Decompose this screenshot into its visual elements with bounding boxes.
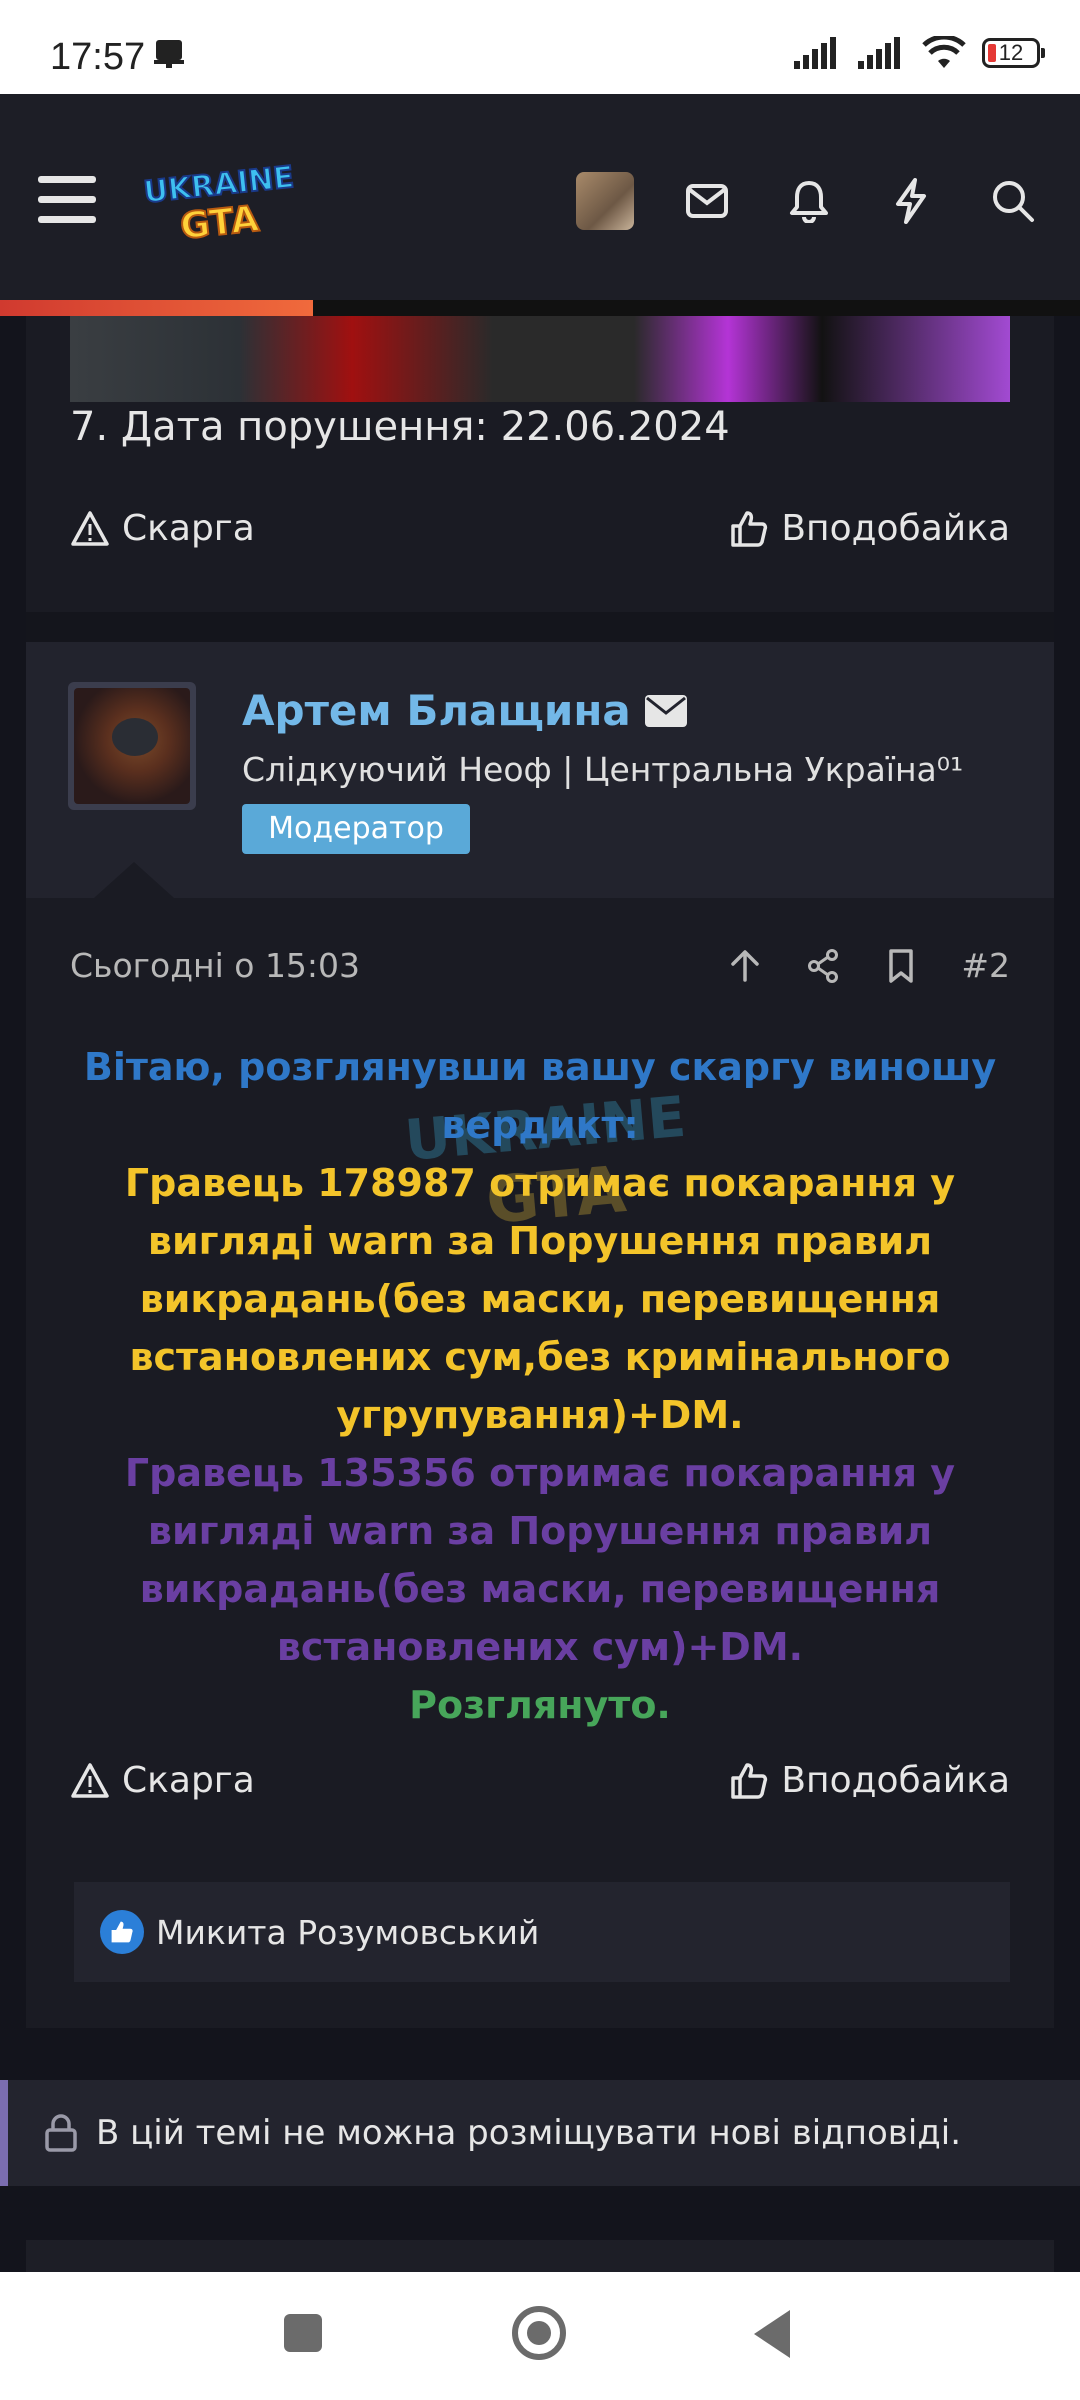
lock-icon — [45, 2114, 77, 2152]
clock: 17:57 — [50, 36, 146, 78]
thumbs-up-icon — [731, 1762, 768, 1799]
back-button[interactable] — [754, 2310, 790, 2358]
report-button[interactable]: Скарга — [70, 508, 255, 549]
home-button[interactable] — [512, 2306, 566, 2360]
bell-icon[interactable] — [778, 170, 840, 232]
post-2: Сьогодні о 15:03 #2 UKRAINE GTA Вітаю, р… — [26, 898, 1054, 2028]
verdict-text-2: Гравець 135356 отримає покарання у вигля… — [124, 1451, 956, 1669]
thread-locked-notice: В цій темі не можна розміщувати нові від… — [0, 2080, 1080, 2186]
author-title: Слідкуючий Неоф | Центральна Україна⁰¹ — [242, 750, 964, 789]
post-content: Вітаю, розглянувши вашу скаргу виношу ве… — [70, 1038, 1010, 1734]
reading-progress-bar — [0, 300, 1080, 316]
notification-icon — [154, 40, 184, 68]
liked-by-user[interactable]: Микита Розумовський — [156, 1913, 539, 1952]
post-number[interactable]: #2 — [961, 946, 1010, 985]
like-button[interactable]: Вподобайка — [729, 1760, 1010, 1801]
report-label: Скарга — [122, 508, 255, 549]
role-badge: Модератор — [242, 804, 470, 854]
post-meta: Сьогодні о 15:03 #2 — [70, 946, 1010, 985]
report-label: Скарга — [122, 1760, 255, 1801]
inbox-icon[interactable] — [676, 170, 738, 232]
arrow-up-icon[interactable] — [727, 948, 763, 984]
verdict-text-1: Гравець 178987 отримає покарання у вигля… — [124, 1161, 956, 1437]
signal-icon-2 — [858, 37, 900, 69]
system-nav-bar — [0, 2272, 1080, 2400]
site-header: UKRAINE GTA — [0, 94, 1080, 300]
status-bar: 17:57 12 — [0, 0, 1080, 94]
report-button[interactable]: Скарга — [70, 1760, 255, 1801]
like-label: Вподобайка — [781, 1760, 1010, 1801]
signal-icon — [794, 37, 836, 69]
thumbs-up-icon — [731, 510, 768, 547]
account-avatar[interactable] — [574, 170, 636, 232]
locked-notice-text: В цій темі не можна розміщувати нові від… — [96, 2113, 962, 2153]
share-icon[interactable] — [805, 948, 841, 984]
envelope-icon[interactable] — [644, 694, 687, 727]
svg-text:GTA: GTA — [178, 199, 261, 242]
bookmark-icon[interactable] — [883, 948, 919, 984]
author-name[interactable]: Артем Блащина — [242, 686, 687, 735]
post-screenshot-image[interactable] — [70, 316, 1010, 402]
post-1: 7. Дата порушення: 22.06.2024 Скарга Впо… — [26, 316, 1054, 612]
like-reaction-icon — [100, 1910, 144, 1954]
next-block — [26, 2240, 1054, 2272]
lightning-icon[interactable] — [880, 170, 942, 232]
post-separator — [26, 612, 1054, 642]
like-label: Вподобайка — [781, 508, 1010, 549]
like-button[interactable]: Вподобайка — [729, 508, 1010, 549]
wifi-icon — [922, 36, 966, 68]
author-avatar[interactable] — [68, 682, 196, 810]
post-actions: Скарга Вподобайка — [70, 1760, 1010, 1801]
post-actions: Скарга Вподобайка — [70, 508, 1010, 549]
menu-icon[interactable] — [38, 176, 96, 223]
recents-button[interactable] — [284, 2314, 322, 2352]
battery-icon: 12 — [982, 38, 1045, 68]
warning-icon — [71, 510, 109, 546]
post-text-line: 7. Дата порушення: 22.06.2024 — [70, 404, 730, 450]
post-timestamp[interactable]: Сьогодні о 15:03 — [70, 946, 360, 985]
site-logo[interactable]: UKRAINE GTA — [140, 160, 310, 242]
author-pointer — [94, 862, 174, 898]
warning-icon — [71, 1762, 109, 1798]
post-2-author-block: Артем Блащина Слідкуючий Неоф | Централь… — [26, 642, 1054, 898]
search-icon[interactable] — [982, 170, 1044, 232]
status-text: Розглянуто. — [409, 1683, 671, 1727]
reactions-bar[interactable]: Микита Розумовський — [74, 1882, 1010, 1982]
greeting-text: Вітаю, розглянувши вашу скаргу виношу ве… — [83, 1045, 997, 1147]
